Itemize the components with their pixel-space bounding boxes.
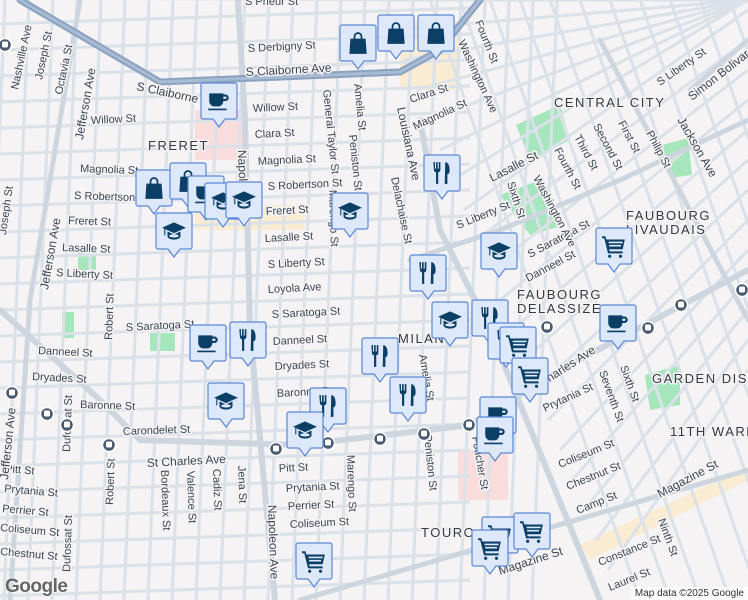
label-magnolia-st-2: Magnolia St [258, 153, 317, 168]
google-logo: Google [5, 576, 68, 597]
transit-stop-icon[interactable] [372, 431, 388, 447]
label-dryades-st: Dryades St [32, 371, 87, 386]
label-robert-st: Robert St [103, 293, 117, 340]
label-prytania-st-3: Prytania St [541, 381, 595, 415]
label-11th-ward: 11TH WARD [670, 424, 748, 439]
label-touro: TOURO [421, 525, 475, 540]
label-danneel-st-2: Danneel St [273, 333, 328, 348]
coffee-marker[interactable] [189, 324, 227, 370]
label-s-saratoga-st-2: S Saratoga St [272, 305, 341, 321]
label-loyola-ave: Loyola Ave [268, 281, 322, 296]
transit-stop-icon[interactable] [734, 282, 748, 298]
label-marengo-st-2: Marengo St [344, 455, 358, 512]
label-freret: FRERET [148, 138, 209, 153]
label-prytania-st-2: Prytania St [286, 480, 340, 495]
label-lasalle-st: Lasalle St [62, 242, 111, 256]
label-faubourg-livaudais-1: FAUBOURG [626, 208, 711, 223]
label-garden-district: GARDEN DISTRICT [652, 371, 748, 386]
label-peniston-st-2: Peniston St [421, 434, 439, 491]
label-lasalle-st-2: Lasalle St [265, 230, 314, 245]
label-coliseum-st-2: Coliseum St [290, 516, 350, 531]
school-marker[interactable] [207, 382, 245, 428]
label-perrier-st-2: Perrier St [288, 499, 335, 513]
label-s-liberty-st-2: S Liberty St [268, 256, 325, 271]
label-carondelet-st: Carondelet St [123, 424, 191, 438]
grocery-marker[interactable] [295, 542, 333, 588]
label-magnolia-st: Magnolia St [80, 163, 138, 177]
transit-stop-icon[interactable] [4, 385, 20, 401]
transit-stop-icon[interactable] [59, 417, 75, 433]
label-dryades-st-2: Dryades St [275, 358, 330, 373]
label-prytania-st: Prytania St [4, 483, 59, 500]
coffee-marker[interactable] [599, 304, 637, 350]
park [150, 333, 175, 351]
label-clara-st: Clara St [255, 127, 295, 141]
label-st-charles-ave: St Charles Ave [146, 452, 226, 470]
label-jena-st: Jena St [235, 466, 248, 504]
street [0, 578, 471, 598]
transit-stop-icon[interactable] [39, 406, 55, 422]
grocery-marker[interactable] [595, 227, 633, 273]
transit-stop-icon[interactable] [673, 297, 689, 313]
label-s-derbigny-st: S Derbigny St [248, 39, 316, 55]
label-danneel-st: Danneel St [38, 345, 93, 360]
label-coliseum-st: Coliseum St [0, 522, 60, 539]
label-baronne-st: Baronne St [80, 399, 135, 413]
label-faubourg-delassize-1: FAUBOURG [517, 287, 602, 302]
transit-stop-icon[interactable] [539, 319, 555, 335]
transit-stop-icon[interactable] [416, 426, 432, 442]
label-pitt-st-2: Pitt St [279, 461, 309, 475]
label-chestnut-st: Chestnut St [0, 546, 58, 563]
label-willow-st: Willow St [91, 113, 137, 127]
label-freret-st: Freret St [68, 215, 111, 228]
label-joseph-st-2: Joseph St [0, 185, 16, 235]
transit-stop-icon[interactable] [268, 441, 284, 457]
label-central-city: CENTRAL CITY [554, 95, 665, 110]
label-willow-st-2: Willow St [253, 101, 299, 115]
transit-stop-icon[interactable] [640, 320, 656, 336]
restaurant-marker[interactable] [229, 321, 267, 367]
map-attribution[interactable]: Map data ©2025 Google [630, 587, 748, 600]
label-s-prieur-st: S Prieur St [245, 0, 298, 8]
label-faubourg-livaudais-2: LIVAUDAIS [626, 222, 706, 237]
label-napoleon-ave-2: Napoleon Ave [265, 505, 282, 580]
label-delachaise-st: Delachaise St [388, 176, 414, 245]
restaurant-marker[interactable] [409, 254, 447, 300]
street [0, 474, 471, 494]
transit-stop-icon[interactable] [101, 437, 117, 453]
school-marker[interactable] [480, 232, 518, 278]
label-freret-st-2: Freret St [266, 204, 309, 218]
label-nashville-ave: Nashville Ave [9, 24, 34, 91]
label-first-st: First St [615, 119, 642, 155]
label-robert-st-2: Robert St [104, 458, 118, 505]
label-valence-st: Valence St [184, 471, 198, 524]
label-bordeaux-st: Bordeaux St [158, 470, 172, 531]
transit-stop-icon[interactable] [0, 37, 13, 53]
transit-stop-icon[interactable] [461, 417, 477, 433]
label-louisiana-ave: Louisiana Ave [394, 106, 423, 182]
label-cadiz-st: Cadiz St [210, 469, 223, 511]
label-faubourg-delassize-2: DELASSIZE [517, 301, 602, 316]
label-dufossat-st: Dufossat St [61, 515, 75, 572]
school-marker[interactable] [286, 411, 324, 457]
map-canvas[interactable]: FRERET CENTRAL CITY FAUBOURG LIVAUDAIS F… [0, 0, 748, 600]
